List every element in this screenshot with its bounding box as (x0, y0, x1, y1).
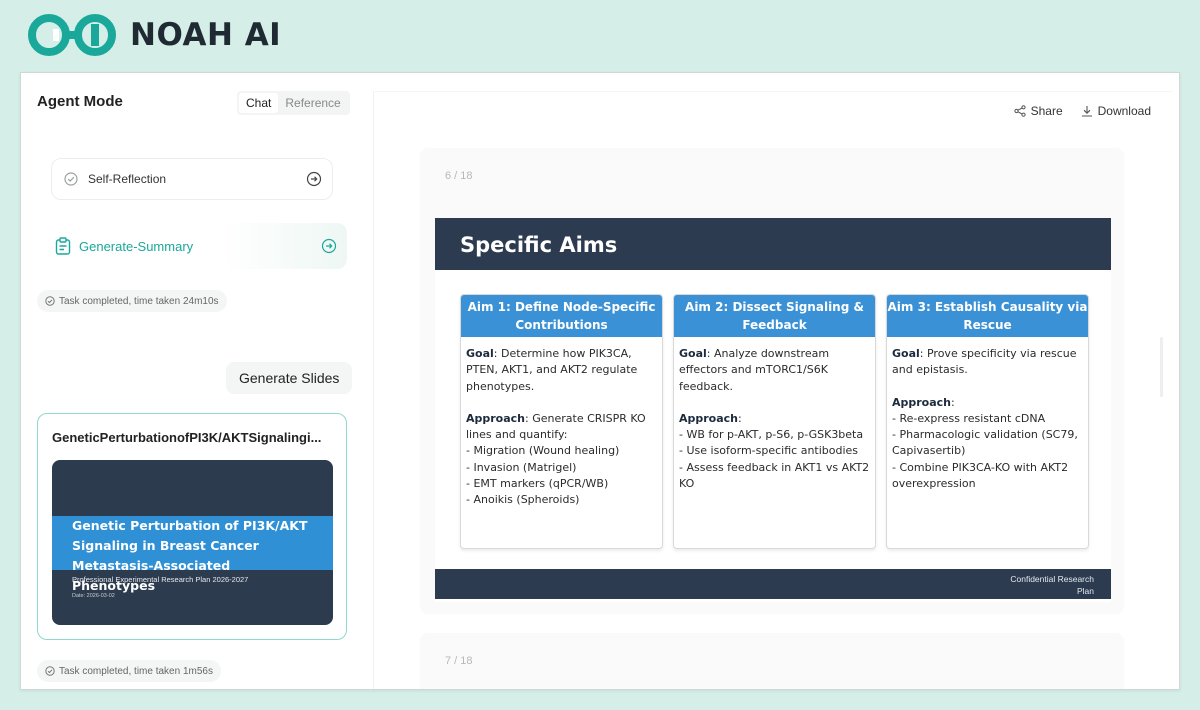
check-circle-icon (45, 666, 55, 676)
goal-text: : Prove specificity via rescue and epist… (892, 347, 1077, 377)
aim-card-3: Aim 3: Establish Causality via Rescue Go… (886, 294, 1089, 549)
approach-item: - Use isoform-specific antibodies (679, 444, 859, 458)
aim-body: Goal: Determine how PIK3CA, PTEN, AKT1, … (466, 346, 661, 509)
goal-label: Goal (466, 347, 494, 360)
approach-text: : (738, 411, 742, 425)
generate-slides-button[interactable]: Generate Slides (226, 362, 353, 394)
download-icon (1081, 106, 1092, 117)
slide-title: Specific Aims (460, 233, 618, 257)
approach-item: - Anoikis (Spheroids) (466, 493, 580, 507)
slide-footer: Confidential Research Plan (435, 569, 1111, 599)
aim-card-1: Aim 1: Define Node-Specific Contribution… (460, 294, 663, 549)
approach-label: Approach (892, 395, 952, 409)
brand-name: NOAH AI (130, 17, 282, 53)
self-reflection-label: Self-Reflection (88, 172, 167, 186)
app-window: Agent Mode Chat Reference Self-Reflectio… (20, 72, 1180, 690)
task-status-text: Task completed, time taken 1m56s (59, 665, 213, 677)
check-circle-icon (45, 296, 55, 306)
share-icon (1013, 105, 1026, 117)
clipboard-icon (55, 237, 71, 255)
task-status-badge: Task completed, time taken 1m56s (37, 660, 221, 682)
generate-summary-label: Generate-Summary (79, 238, 194, 254)
goal-label: Goal (892, 347, 920, 360)
self-reflection-step[interactable]: Self-Reflection (51, 158, 333, 200)
approach-item: - Combine PIK3CA-KO with AKT2 overexpres… (892, 460, 1072, 491)
download-button[interactable]: Download (1081, 104, 1151, 118)
approach-label: Approach (679, 411, 739, 425)
preview-title: GeneticPerturbationofPI3K/AKTSignalingi.… (52, 430, 322, 445)
slide-number: 6 / 18 (445, 170, 473, 182)
approach-item: - Re-express resistant cDNA (892, 411, 1046, 425)
slide-header: Specific Aims (435, 218, 1111, 270)
slide-number: 7 / 18 (445, 655, 473, 667)
approach-item: - Migration (Wound healing) (466, 444, 620, 458)
slides-preview-card[interactable]: GeneticPerturbationofPI3K/AKTSignalingi.… (37, 413, 347, 640)
thumbnail-date: Date: 2026-03-02 (72, 593, 115, 599)
approach-text: : (951, 395, 955, 409)
panel-title: Agent Mode (37, 93, 123, 110)
share-button[interactable]: Share (1013, 104, 1063, 118)
aim-body: Goal: Prove specificity via rescue and e… (892, 346, 1087, 492)
slide-frame: 7 / 18 (420, 633, 1124, 689)
task-status-badge: Task completed, time taken 24m10s (37, 290, 227, 312)
approach-label: Approach (466, 411, 526, 425)
thumbnail-title: Genetic Perturbation of PI3K/AKT Signali… (72, 518, 308, 593)
download-label: Download (1097, 104, 1151, 118)
scrollbar[interactable] (1160, 337, 1163, 397)
tab-reference[interactable]: Reference (278, 93, 347, 113)
check-circle-icon (64, 172, 78, 186)
agent-panel: Agent Mode Chat Reference Self-Reflectio… (21, 73, 361, 689)
aim-title: Aim 1: Define Node-Specific Contribution… (461, 295, 662, 337)
slide-specific-aims: Specific Aims Aim 1: Define Node-Specifi… (435, 218, 1111, 602)
goal-label: Goal (679, 347, 707, 360)
footer-text: Confidential Research Plan (1010, 574, 1094, 596)
slide-frame: 6 / 18 Specific Aims Aim 1: Define Node-… (420, 148, 1124, 614)
share-label: Share (1030, 104, 1063, 118)
aim-title: Aim 2: Dissect Signaling & Feedback (674, 295, 875, 337)
brand-logo: NOAH AI (26, 12, 281, 58)
approach-item: - EMT markers (qPCR/WB) (466, 477, 609, 491)
slide-thumbnail[interactable]: Genetic Perturbation of PI3K/AKT Signali… (52, 460, 333, 625)
noah-logo-icon (28, 14, 116, 56)
approach-item: - Assess feedback in AKT1 vs AKT2 KO (679, 460, 873, 491)
arrow-right-circle-icon[interactable] (306, 171, 322, 187)
tab-chat[interactable]: Chat (239, 93, 279, 113)
aim-title: Aim 3: Establish Causality via Rescue (887, 295, 1088, 337)
viewer-toolbar: Share Download (1013, 104, 1151, 118)
slides-viewer: Share Download 6 / 18 Specific Aims Aim … (373, 91, 1173, 689)
approach-item: - WB for p-AKT, p-S6, p-GSK3beta (679, 428, 864, 442)
approach-item: - Invasion (Matrigel) (466, 460, 577, 474)
task-status-text: Task completed, time taken 24m10s (59, 295, 219, 307)
arrow-right-circle-icon[interactable] (321, 238, 337, 254)
aim-card-2: Aim 2: Dissect Signaling & Feedback Goal… (673, 294, 876, 549)
generate-summary-step[interactable]: Generate-Summary (37, 223, 347, 269)
approach-item: - Pharmacologic validation (SC79, Capiva… (892, 428, 1082, 458)
aim-body: Goal: Analyze downstream effectors and m… (679, 346, 874, 492)
mode-tabs: Chat Reference (237, 91, 350, 115)
thumbnail-subtitle: Professional Experimental Research Plan … (72, 575, 249, 584)
